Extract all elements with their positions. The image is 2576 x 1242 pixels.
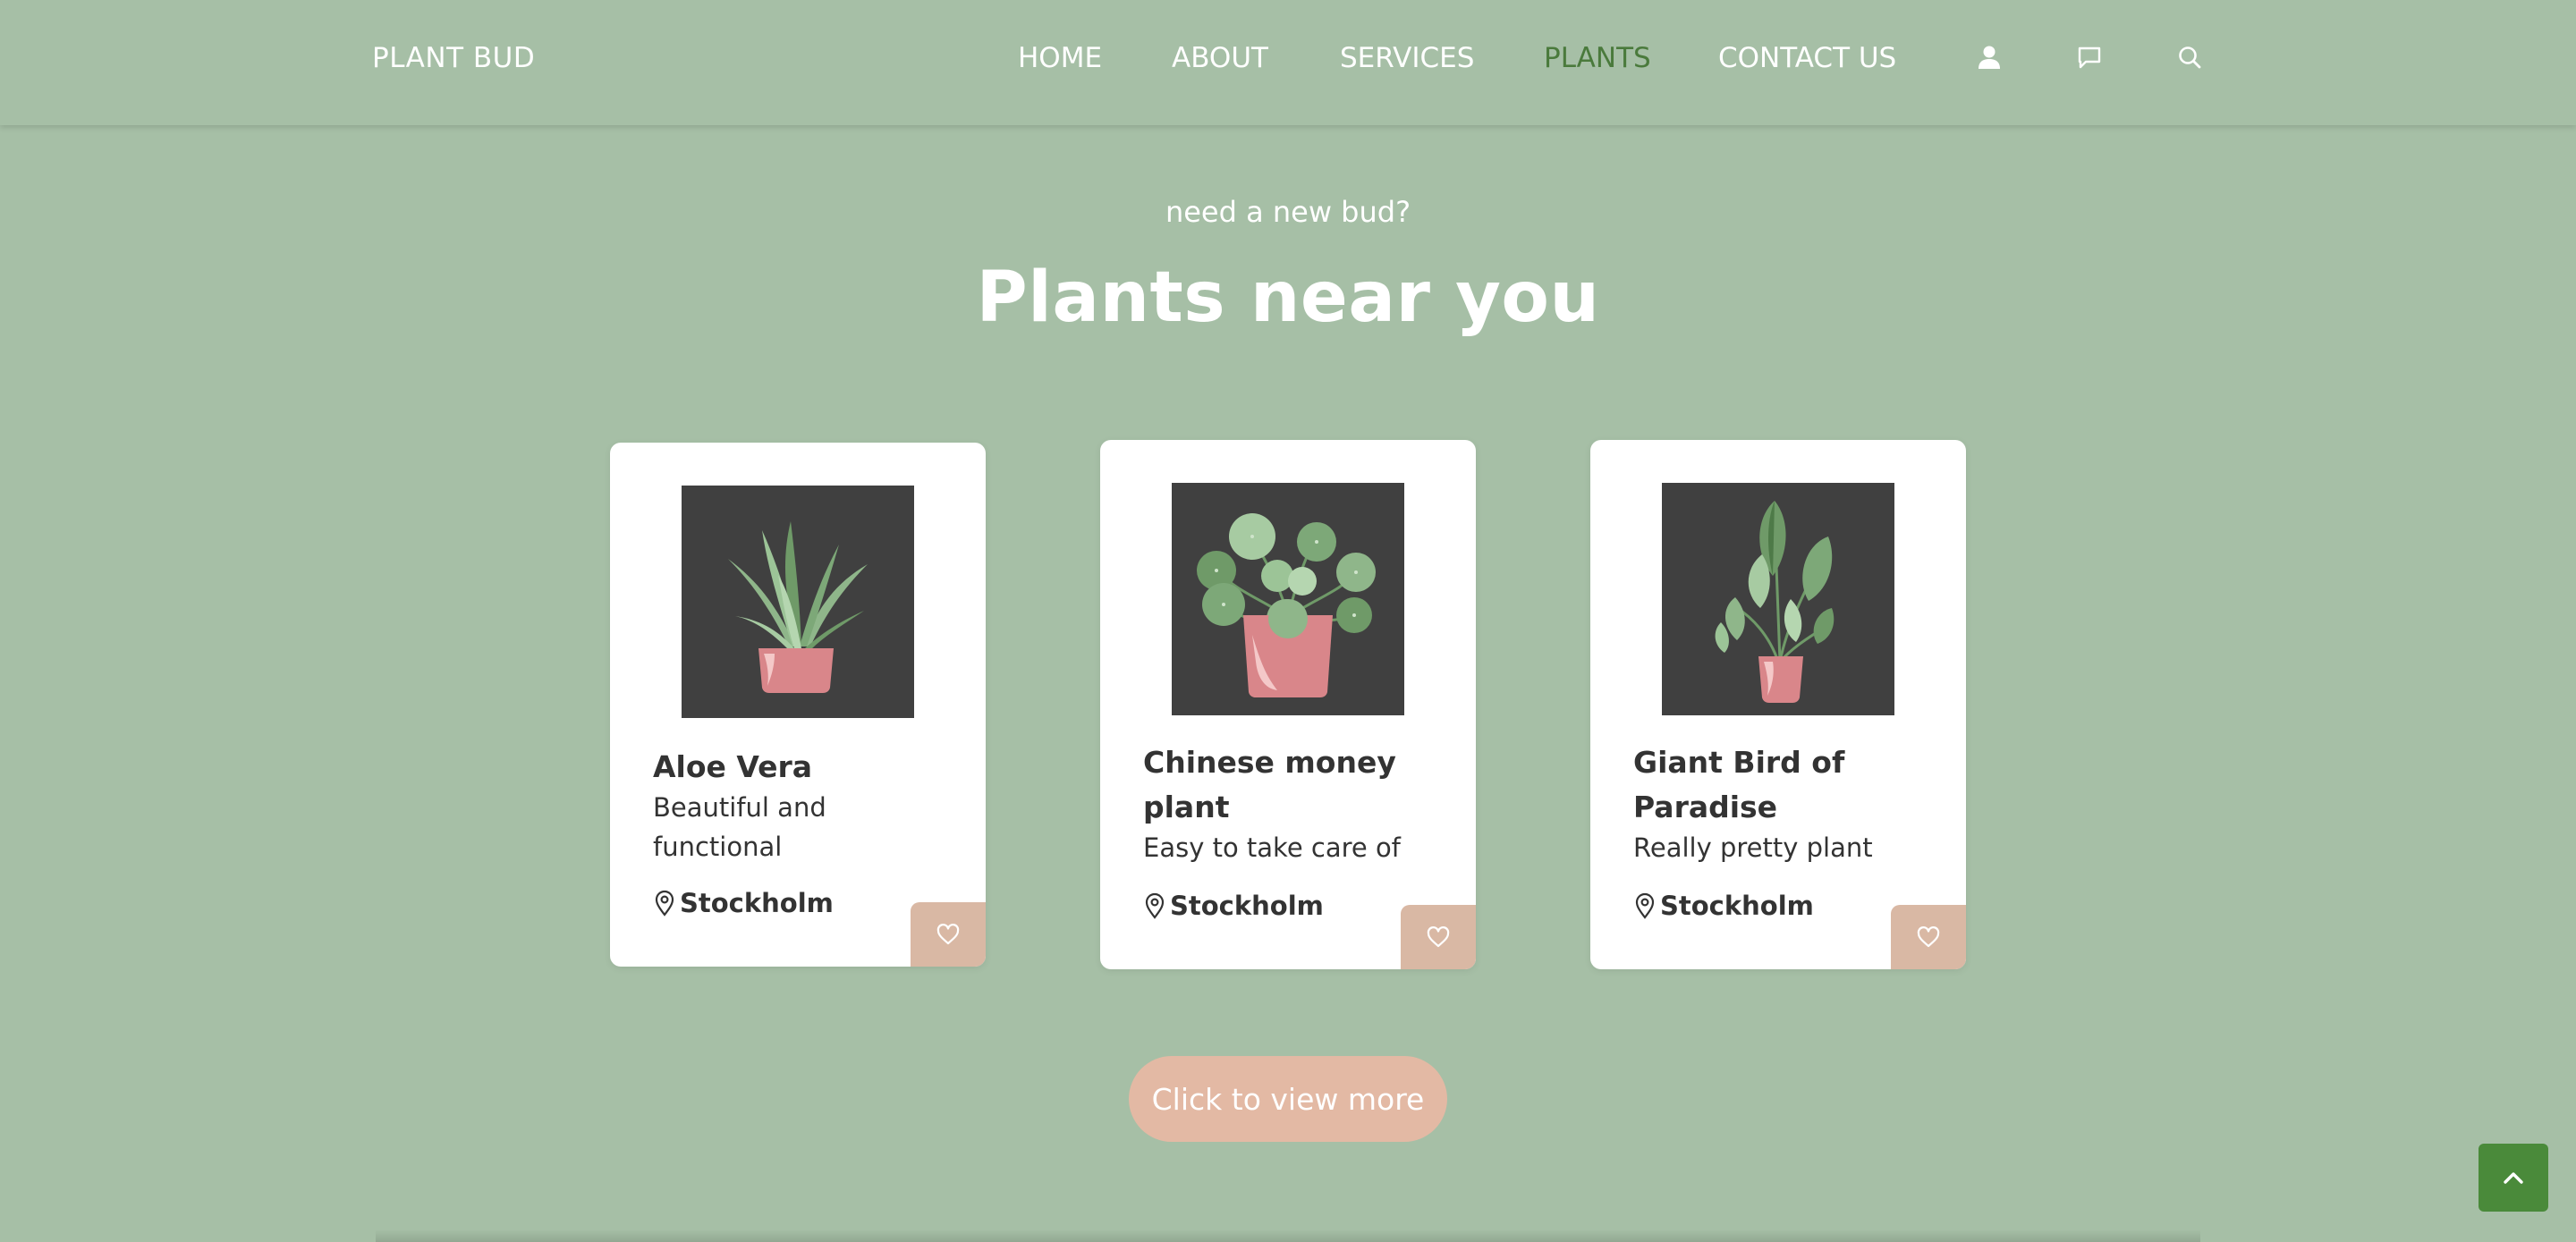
plant-location-label: Stockholm (1660, 891, 1814, 921)
nav-plants[interactable]: PLANTS (1544, 42, 1651, 74)
plant-location-label: Stockholm (1170, 891, 1324, 921)
location-pin-icon (1635, 892, 1655, 919)
location-pin-icon (1145, 892, 1165, 919)
brand-logo[interactable]: PLANT BUD (372, 42, 535, 74)
chinese-money-plant-illustration (1172, 483, 1404, 715)
chat-icon[interactable] (2075, 43, 2104, 72)
search-icon[interactable] (2175, 43, 2204, 72)
heart-icon (936, 924, 960, 945)
plant-name: Chinese money plant (1143, 745, 1396, 824)
plant-location: Stockholm (653, 887, 834, 919)
section-title: Plants near you (976, 258, 1600, 338)
plant-card-chinese-money-plant[interactable]: Chinese money plant Easy to take care of… (1100, 440, 1476, 969)
nav-contact-us[interactable]: CONTACT US (1718, 42, 1896, 74)
nav-about[interactable]: ABOUT (1172, 42, 1268, 74)
back-to-top-button[interactable] (2479, 1144, 2548, 1212)
favorite-button[interactable] (1401, 905, 1476, 969)
location-pin-icon (655, 890, 674, 917)
plant-card-aloe-vera[interactable]: Aloe Vera Beautiful and functional Stock… (610, 443, 986, 967)
user-icon[interactable] (1975, 43, 2004, 72)
nav-home[interactable]: HOME (1018, 42, 1102, 74)
plant-description: Really pretty plant (1633, 832, 1873, 863)
site-header: PLANT BUD HOME ABOUT SERVICES PLANTS CON… (0, 0, 2576, 125)
nav-services[interactable]: SERVICES (1340, 42, 1474, 74)
plant-description: Beautiful and functional (653, 792, 826, 862)
heart-icon (1917, 926, 1940, 948)
plant-location: Stockholm (1633, 890, 1814, 922)
section-eyebrow: need a new bud? (1165, 195, 1411, 229)
favorite-button[interactable] (1891, 905, 1966, 969)
bird-of-paradise-plant-illustration (1662, 483, 1894, 715)
plant-description: Easy to take care of (1143, 832, 1401, 863)
aloe-vera-plant-illustration (682, 486, 914, 718)
footer-edge-shadow (376, 1229, 2200, 1242)
plant-name: Giant Bird of Paradise (1633, 745, 1845, 824)
plant-name: Aloe Vera (653, 749, 813, 784)
chevron-up-icon (2504, 1172, 2523, 1184)
view-more-button[interactable]: Click to view more (1129, 1056, 1447, 1142)
plant-location: Stockholm (1143, 890, 1324, 922)
plant-location-label: Stockholm (680, 888, 834, 918)
heart-icon (1427, 926, 1450, 948)
favorite-button[interactable] (911, 902, 986, 967)
plant-card-giant-bird-of-paradise[interactable]: Giant Bird of Paradise Really pretty pla… (1590, 440, 1966, 969)
